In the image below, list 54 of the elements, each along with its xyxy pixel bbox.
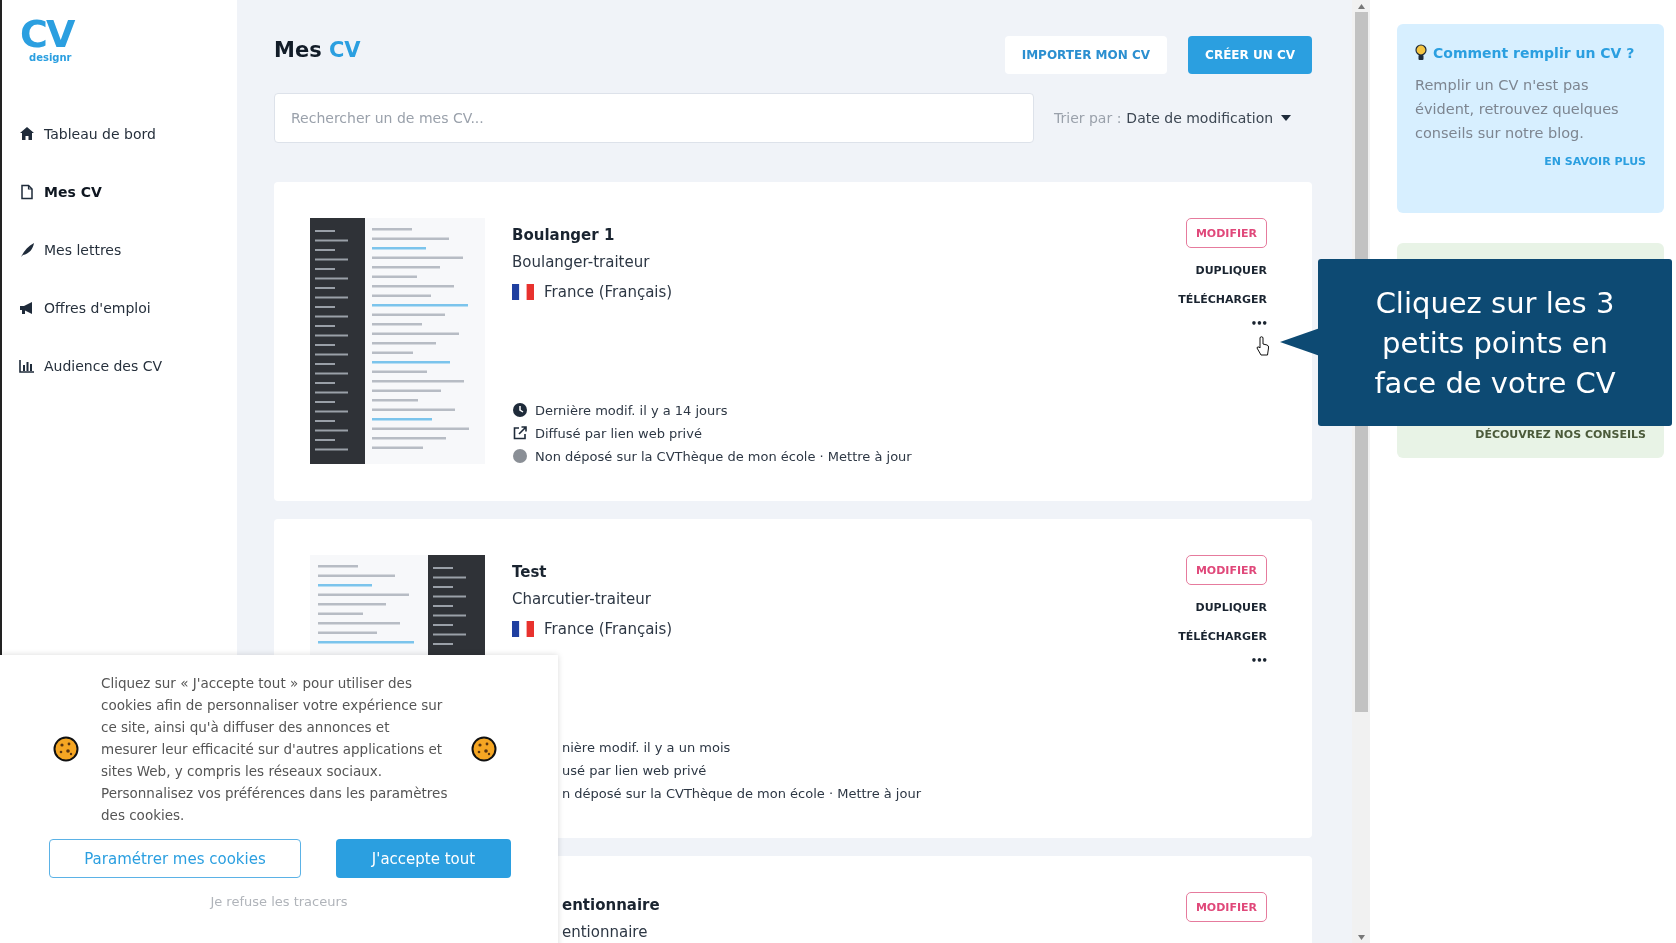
flag-icon (512, 284, 534, 300)
status-text: Dernière modif. il y a 14 jours (535, 402, 728, 418)
chart-icon (19, 358, 35, 374)
sidebar-item[interactable]: Audience des CV (2, 355, 163, 377)
sort-label: Trier par : (1054, 110, 1122, 126)
more-button[interactable]: ••• (1250, 318, 1267, 329)
status-dot-icon (512, 448, 528, 464)
cv-title[interactable]: Boulanger 1 (512, 226, 615, 244)
download-button[interactable]: TÉLÉCHARGER (1178, 293, 1267, 306)
sidebar-item[interactable]: Mes CV (2, 181, 102, 203)
clock-icon (512, 402, 528, 418)
lightbulb-icon (1415, 44, 1427, 61)
download-button[interactable]: TÉLÉCHARGER (1178, 630, 1267, 643)
caret-icon (1281, 115, 1292, 121)
pointer-cursor-icon (1256, 336, 1270, 356)
scroll-up-icon[interactable] (1357, 4, 1365, 9)
job-title: Charcutier-traiteur (512, 590, 651, 608)
cookie-icon (471, 736, 497, 762)
tooltip-text: Cliquez sur les 3 petits points en face de votre CV (1373, 284, 1617, 402)
import-button[interactable]: IMPORTER MON CV (1004, 36, 1168, 74)
file-icon (19, 184, 35, 200)
status-text: nière modif. il y a un mois (562, 739, 731, 755)
more-button[interactable]: ••• (1250, 655, 1267, 666)
status-text: Non déposé sur la CVThèque de mon école · Mettre à jour (535, 448, 912, 464)
cookie-text: Cliquez sur « J'accepte tout » pour utiliser des cookies afin de personnaliser votre expérience sur ce site, ainsi qu'à diffuser des annonces et mesurer leur efficacité sur d'autres applications et sites Web, y compris les réseaux sociaux. Personnalisez vos préférences dans les paramètres des cookies. (101, 674, 449, 825)
feather-icon (19, 242, 35, 258)
status-text: Diffusé par lien web privé (535, 425, 702, 441)
cv-title[interactable]: Test (512, 563, 547, 581)
sidebar-item[interactable]: Offres d'emploi (2, 297, 151, 319)
advice-link[interactable]: DÉCOUVREZ NOS CONSEILS (1475, 428, 1646, 441)
search-field[interactable]: Rechercher un de mes CV... (274, 93, 1034, 143)
duplicate-button[interactable]: DUPLIQUER (1195, 264, 1267, 277)
country-language: France (Français) (544, 620, 673, 638)
duplicate-button[interactable]: DUPLIQUER (1195, 601, 1267, 614)
home-icon (19, 126, 35, 142)
megaphone-icon (19, 300, 35, 316)
sort-dropdown[interactable]: Date de modification (1126, 110, 1292, 126)
sidebar-item[interactable]: Tableau de bord (2, 123, 156, 145)
edit-button[interactable]: MODIFIER (1185, 555, 1267, 585)
flag-icon (512, 621, 534, 637)
job-title: entionnaire (562, 923, 648, 941)
edit-button[interactable]: MODIFIER (1185, 892, 1267, 922)
cookie-icon (53, 736, 79, 762)
page-title: Mes CV (274, 37, 361, 62)
status-text: n déposé sur la CVThèque de mon école · Mettre à jour (562, 785, 922, 801)
tip-text: Remplir un CV n'est pas évident, retrouvez quelques conseils sur notre blog. (1415, 76, 1620, 143)
status-text: usé par lien web privé (562, 762, 707, 778)
cv-title[interactable]: entionnaire (562, 896, 660, 914)
country-language: France (Français) (544, 283, 673, 301)
sidebar-item[interactable]: Mes lettres (2, 239, 122, 261)
edit-button[interactable]: MODIFIER (1185, 218, 1267, 248)
external-link-icon (512, 425, 528, 441)
job-title: Boulanger-traiteur (512, 253, 650, 271)
scroll-down-icon[interactable] (1357, 935, 1365, 940)
